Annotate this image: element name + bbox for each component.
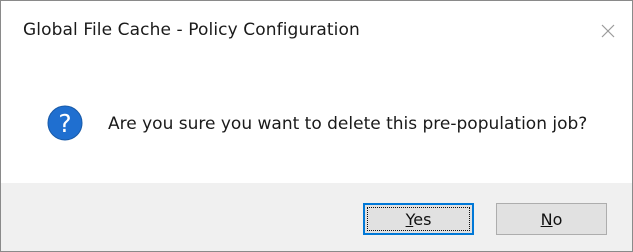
no-button-label: No <box>541 210 563 229</box>
no-button[interactable]: No <box>496 203 607 235</box>
confirm-dialog: Global File Cache - Policy Configuration… <box>0 0 633 252</box>
yes-button[interactable]: Yes <box>363 203 474 235</box>
button-bar: Yes No <box>1 183 632 251</box>
title-bar[interactable]: Global File Cache - Policy Configuration <box>1 1 632 63</box>
close-icon[interactable] <box>600 23 616 39</box>
dialog-title: Global File Cache - Policy Configuration <box>23 20 360 40</box>
question-icon: ? <box>47 105 83 141</box>
focus-ring <box>367 207 470 231</box>
message-text: Are you sure you want to delete this pre… <box>108 114 588 134</box>
no-label-rest: o <box>552 209 563 229</box>
message-area: ? Are you sure you want to delete this p… <box>1 63 632 183</box>
no-mnemonic: N <box>540 209 553 229</box>
svg-text:?: ? <box>58 109 71 138</box>
